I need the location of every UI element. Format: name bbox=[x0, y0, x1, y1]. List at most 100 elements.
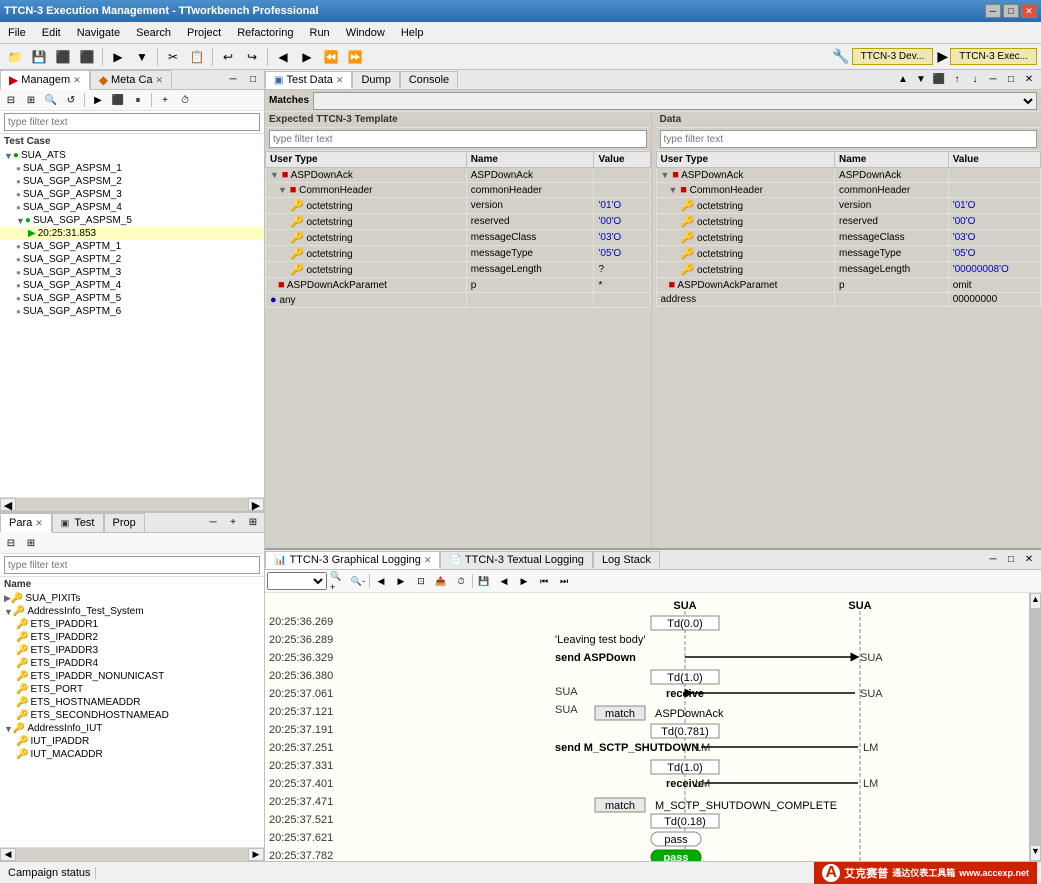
expand-addr-icon[interactable]: ▼ bbox=[4, 607, 13, 617]
filter-btn[interactable]: 🔍 bbox=[42, 92, 60, 108]
td-maximize[interactable]: □ bbox=[1003, 72, 1019, 88]
fit-btn[interactable]: ⊡ bbox=[412, 573, 430, 589]
save-log-btn[interactable]: 💾 bbox=[475, 573, 493, 589]
zoom-select[interactable] bbox=[267, 572, 327, 590]
tab-graphical-logging[interactable]: 📊 TTCN-3 Graphical Logging ✕ bbox=[265, 551, 440, 569]
stop-btn[interactable]: ⬛ bbox=[109, 92, 127, 108]
export-btn[interactable]: 📤 bbox=[432, 573, 450, 589]
param-ets-ipaddr4[interactable]: 🔑 ETS_IPADDR4 bbox=[0, 657, 264, 670]
toolbar-btn-14[interactable]: ⏩ bbox=[344, 46, 366, 68]
toolbar-btn-12[interactable]: ▶ bbox=[296, 46, 318, 68]
tab-test[interactable]: ▣ Test bbox=[52, 513, 104, 532]
lb-scrollbar-track[interactable] bbox=[16, 848, 248, 861]
lb-scroll-right[interactable]: ▶ bbox=[248, 848, 264, 861]
next-btn[interactable]: ▶ bbox=[515, 573, 533, 589]
tab-dump[interactable]: Dump bbox=[352, 71, 399, 88]
close-tab2-icon[interactable]: ✕ bbox=[156, 75, 164, 86]
toolbar-btn-9[interactable]: ↩ bbox=[217, 46, 239, 68]
table-row[interactable]: ● any bbox=[266, 293, 651, 308]
window-controls[interactable]: ─ □ ✕ bbox=[985, 4, 1037, 18]
zoom-in-btn[interactable]: 🔍+ bbox=[329, 573, 347, 589]
param-ets-ipaddr-non[interactable]: 🔑 ETS_IPADDR_NONUNICAST bbox=[0, 670, 264, 683]
param-ets-ipaddr2[interactable]: 🔑 ETS_IPADDR2 bbox=[0, 631, 264, 644]
scroll-right-log[interactable]: ▶ bbox=[392, 573, 410, 589]
toolbar-btn-5[interactable]: ▶ bbox=[107, 46, 129, 68]
scroll-left-btn[interactable]: ◀ bbox=[0, 498, 16, 511]
lb-collapse-btn[interactable]: ⊟ bbox=[2, 535, 20, 551]
table-row[interactable]: 🔑 octetstring messageLength '00000008'O bbox=[656, 262, 1041, 278]
clock-btn[interactable]: ⏱ bbox=[176, 92, 194, 108]
close-tab-icon[interactable]: ✕ bbox=[73, 75, 81, 86]
next2-btn[interactable]: ⏭ bbox=[555, 573, 573, 589]
menu-refactoring[interactable]: Refactoring bbox=[229, 25, 301, 41]
tab-log-stack[interactable]: Log Stack bbox=[593, 551, 660, 568]
tree-item-sgp-aspsm2[interactable]: ● SUA_SGP_ASPSM_2 bbox=[0, 175, 264, 188]
tab-test-data[interactable]: ▣ Test Data ✕ bbox=[265, 71, 352, 89]
close-button[interactable]: ✕ bbox=[1021, 4, 1037, 18]
menu-file[interactable]: File bbox=[0, 25, 34, 41]
ttcn-exec-label[interactable]: TTCN-3 Exec... bbox=[950, 48, 1037, 65]
lb-expand-btn[interactable]: ⊞ bbox=[22, 535, 40, 551]
left-filter-input[interactable] bbox=[4, 113, 260, 131]
tree-item-sgp-aspsm5[interactable]: ▼ ● SUA_SGP_ASPSM_5 bbox=[0, 214, 264, 227]
param-ets-ipaddr3[interactable]: 🔑 ETS_IPADDR3 bbox=[0, 644, 264, 657]
menu-search[interactable]: Search bbox=[128, 25, 179, 41]
v-scrollbar[interactable]: ▲ ▼ bbox=[1029, 593, 1041, 861]
close-para-icon[interactable]: ✕ bbox=[35, 518, 43, 529]
td-btn-5[interactable]: ↓ bbox=[967, 72, 983, 88]
td-btn-2[interactable]: ▼ bbox=[913, 72, 929, 88]
matches-dropdown[interactable] bbox=[313, 92, 1037, 110]
scroll-up-btn[interactable]: ▲ bbox=[1030, 593, 1041, 609]
td-minimize[interactable]: ─ bbox=[985, 72, 1001, 88]
pause-btn[interactable]: ⏸ bbox=[129, 92, 147, 108]
add-btn[interactable]: + bbox=[156, 92, 174, 108]
table-row[interactable]: 🔑 octetstring messageClass '03'O bbox=[656, 230, 1041, 246]
param-ets-secondhost[interactable]: 🔑 ETS_SECONDHOSTNAMEAD bbox=[0, 709, 264, 722]
menu-run[interactable]: Run bbox=[302, 25, 338, 41]
td-btn-4[interactable]: ↑ bbox=[949, 72, 965, 88]
table-row[interactable]: ▼ ■ CommonHeader commonHeader bbox=[266, 183, 651, 198]
ttcn-dev-label[interactable]: TTCN-3 Dev... bbox=[852, 48, 934, 65]
toolbar-btn-3[interactable]: ⬛ bbox=[52, 46, 74, 68]
param-sua-pixits[interactable]: ▶ 🔑 SUA_PIXITs bbox=[0, 592, 264, 605]
expand-icon[interactable]: ▼ bbox=[4, 151, 13, 161]
tree-item-sgp-aspsm4[interactable]: ● SUA_SGP_ASPSM_4 bbox=[0, 201, 264, 214]
menu-project[interactable]: Project bbox=[179, 25, 229, 41]
prev-btn[interactable]: ◀ bbox=[495, 573, 513, 589]
close-graph-icon[interactable]: ✕ bbox=[424, 555, 432, 566]
minimize-panel-btn[interactable]: ─ bbox=[224, 72, 242, 88]
tab-para[interactable]: Para ✕ bbox=[0, 513, 52, 533]
zoom-out-btn[interactable]: 🔍- bbox=[349, 573, 367, 589]
td-close[interactable]: ✕ bbox=[1021, 72, 1037, 88]
table-row[interactable]: 🔑 octetstring version '01'O bbox=[656, 198, 1041, 214]
scroll-right-btn[interactable]: ▶ bbox=[248, 498, 264, 511]
param-iut-macaddr[interactable]: 🔑 IUT_MACADDR bbox=[0, 748, 264, 761]
expand-all-btn[interactable]: ⊞ bbox=[22, 92, 40, 108]
param-address-iut[interactable]: ▼ 🔑 AddressInfo_IUT bbox=[0, 722, 264, 735]
collapse-all-btn[interactable]: ⊟ bbox=[2, 92, 20, 108]
td-btn-1[interactable]: ▲ bbox=[895, 72, 911, 88]
scroll-left-log[interactable]: ◀ bbox=[372, 573, 390, 589]
expand-icon-5[interactable]: ▼ bbox=[16, 216, 25, 226]
ttcn-dev-btn[interactable]: 🔧 TTCN-3 Dev... bbox=[832, 48, 933, 65]
tab-console[interactable]: Console bbox=[400, 71, 458, 88]
close-testdata-icon[interactable]: ✕ bbox=[336, 75, 344, 86]
data-filter-input[interactable] bbox=[660, 130, 1038, 148]
bl-minimize[interactable]: ─ bbox=[985, 552, 1001, 568]
toolbar-btn-1[interactable]: 📁 bbox=[4, 46, 26, 68]
scroll-down-btn[interactable]: ▼ bbox=[1030, 845, 1041, 861]
lb-more-btn[interactable]: ⊞ bbox=[244, 515, 262, 531]
table-row[interactable]: ▼ ■ CommonHeader commonHeader bbox=[656, 183, 1041, 198]
param-ets-port[interactable]: 🔑 ETS_PORT bbox=[0, 683, 264, 696]
tree-item-sua-ats[interactable]: ▼ ● SUA_ATS bbox=[0, 149, 264, 162]
refresh-btn[interactable]: ↺ bbox=[62, 92, 80, 108]
menu-help[interactable]: Help bbox=[393, 25, 432, 41]
param-ets-ipaddr1[interactable]: 🔑 ETS_IPADDR1 bbox=[0, 618, 264, 631]
expand-pixits-icon[interactable]: ▶ bbox=[4, 593, 11, 604]
minimize-button[interactable]: ─ bbox=[985, 4, 1001, 18]
menu-navigate[interactable]: Navigate bbox=[69, 25, 128, 41]
table-row[interactable]: 🔑 octetstring messageType '05'O bbox=[266, 246, 651, 262]
scrollbar-track[interactable] bbox=[16, 498, 248, 511]
lb-minimize-btn[interactable]: ─ bbox=[204, 515, 222, 531]
tree-item-sgp-asptm4[interactable]: ● SUA_SGP_ASPTM_4 bbox=[0, 279, 264, 292]
